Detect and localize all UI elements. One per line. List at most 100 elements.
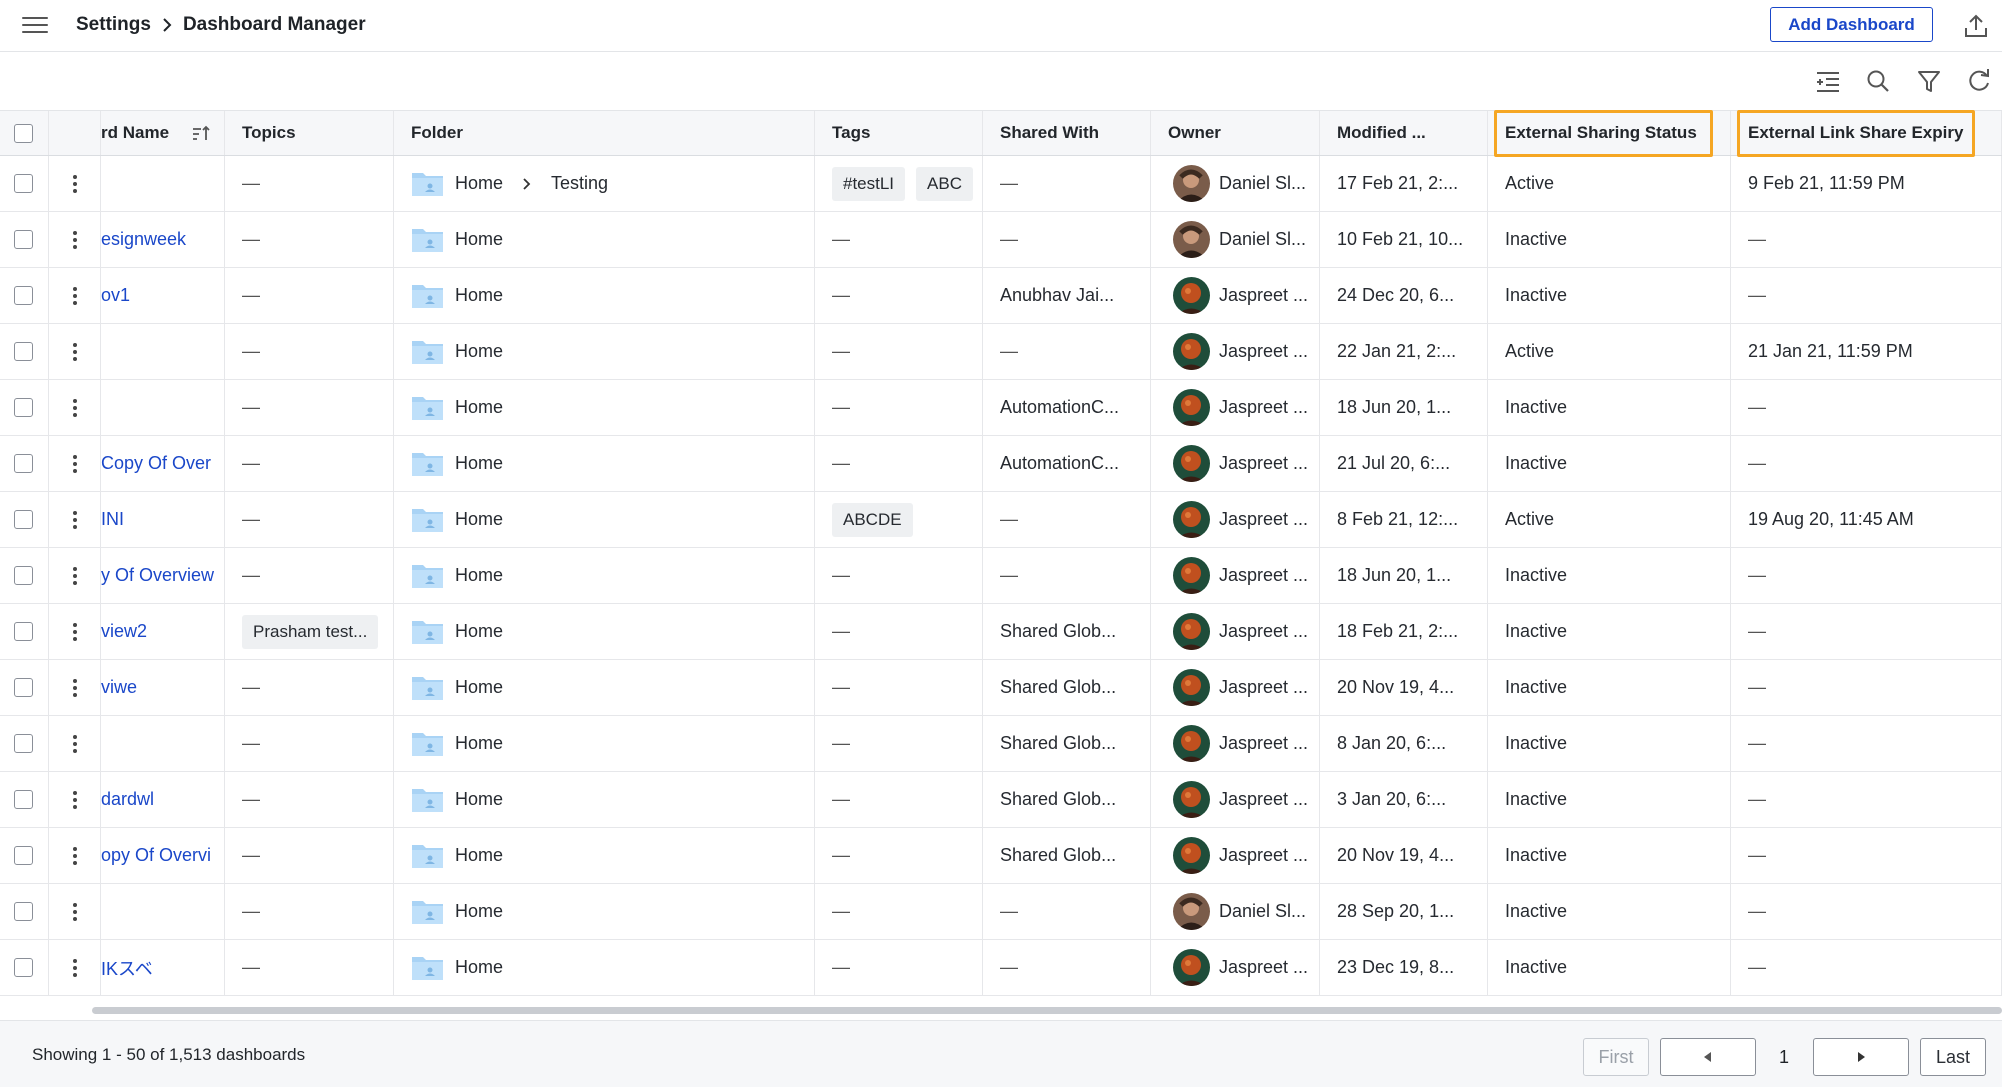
table-row[interactable]: viwe — Home — Shared Glob... Jaspreet ... 20 N…: [0, 660, 2002, 716]
more-options-icon[interactable]: [72, 454, 78, 474]
more-options-icon[interactable]: [72, 566, 78, 586]
table-row[interactable]: dardwl — Home — Shared Glob... Jaspreet ... 3 …: [0, 772, 2002, 828]
table-row[interactable]: opy Of Overvi — Home — Shared Glob... Jaspree…: [0, 828, 2002, 884]
folder-path-segment[interactable]: Home: [455, 621, 503, 642]
folder-path-segment[interactable]: Home: [455, 285, 503, 306]
row-checkbox[interactable]: [14, 734, 33, 753]
first-page-button[interactable]: First: [1583, 1038, 1649, 1076]
row-checkbox[interactable]: [14, 230, 33, 249]
row-checkbox[interactable]: [14, 454, 33, 473]
row-checkbox[interactable]: [14, 678, 33, 697]
add-dashboard-button[interactable]: Add Dashboard: [1770, 7, 1933, 42]
column-header-folder[interactable]: Folder: [394, 111, 815, 155]
more-options-icon[interactable]: [72, 678, 78, 698]
column-header-topics[interactable]: Topics: [225, 111, 394, 155]
folder-path-segment[interactable]: Home: [455, 453, 503, 474]
row-checkbox[interactable]: [14, 398, 33, 417]
more-options-icon[interactable]: [72, 902, 78, 922]
folder-path-segment[interactable]: Home: [455, 677, 503, 698]
table-row[interactable]: IKスベ — Home — — Jaspreet ... 23 Dec 19, 8... In…: [0, 940, 2002, 996]
table-row[interactable]: — Home — — Daniel Sl... 28 Sep 20, 1... Inacti…: [0, 884, 2002, 940]
folder-path-segment[interactable]: Home: [455, 901, 503, 922]
dashboard-name-link[interactable]: Copy Of Over: [101, 453, 211, 474]
folder-path-segment[interactable]: Home: [455, 173, 503, 194]
folder-path-segment[interactable]: Home: [455, 733, 503, 754]
dashboard-name-link[interactable]: ov1: [101, 285, 130, 306]
shared-value: AutomationC...: [1000, 397, 1120, 417]
more-options-icon[interactable]: [72, 846, 78, 866]
more-options-icon[interactable]: [72, 510, 78, 530]
dashboard-name-link[interactable]: esignweek: [101, 229, 186, 250]
dashboard-name-link[interactable]: view2: [101, 621, 147, 642]
table-row[interactable]: ov1 — Home — Anubhav Jai... Jaspreet ... 24 De…: [0, 268, 2002, 324]
table-row[interactable]: — Home Testing #testLI ABC — Daniel Sl... 17 Fe…: [0, 156, 2002, 212]
tag-chip[interactable]: ABC: [916, 166, 974, 201]
row-checkbox[interactable]: [14, 510, 33, 529]
row-checkbox[interactable]: [14, 342, 33, 361]
export-icon[interactable]: [1962, 12, 1990, 40]
table-row[interactable]: view2 Prasham test... Home — Shared Glob... J…: [0, 604, 2002, 660]
folder-path-segment[interactable]: Home: [455, 341, 503, 362]
more-options-icon[interactable]: [72, 790, 78, 810]
column-header-shared[interactable]: Shared With: [983, 111, 1151, 155]
row-checkbox[interactable]: [14, 174, 33, 193]
column-header-tags[interactable]: Tags: [815, 111, 983, 155]
dashboard-name-link[interactable]: IKスベ: [101, 955, 153, 981]
dashboard-name-link[interactable]: opy Of Overvi: [101, 845, 211, 866]
folder-path-segment[interactable]: Home: [455, 509, 503, 530]
table-row[interactable]: — Home — — Jaspreet ... 22 Jan 21, 2:... Activ…: [0, 324, 2002, 380]
table-row[interactable]: Copy Of Over — Home — AutomationC... Jaspreet…: [0, 436, 2002, 492]
folder-path-segment[interactable]: Home: [455, 229, 503, 250]
more-options-icon[interactable]: [72, 286, 78, 306]
last-page-button[interactable]: Last: [1920, 1038, 1986, 1076]
dashboard-name-link[interactable]: INI: [101, 509, 124, 530]
menu-icon[interactable]: [22, 14, 50, 36]
more-options-icon[interactable]: [72, 174, 78, 194]
folder-path-segment[interactable]: Testing: [551, 173, 608, 194]
row-checkbox[interactable]: [14, 566, 33, 585]
folder-path-segment[interactable]: Home: [455, 789, 503, 810]
more-options-icon[interactable]: [72, 622, 78, 642]
folder-path-segment[interactable]: Home: [455, 565, 503, 586]
tag-chip[interactable]: ABCDE: [832, 502, 913, 537]
more-options-icon[interactable]: [72, 958, 78, 978]
horizontal-scrollbar[interactable]: [92, 1007, 2002, 1014]
column-header-modified[interactable]: Modified ...: [1320, 111, 1488, 155]
table-row[interactable]: — Home — AutomationC... Jaspreet ... 18 Jun 2…: [0, 380, 2002, 436]
column-header-ext_expiry[interactable]: External Link Share Expiry: [1731, 111, 2002, 155]
sort-ascending-icon[interactable]: [191, 124, 211, 142]
more-options-icon[interactable]: [72, 398, 78, 418]
column-header-name[interactable]: rd Name: [101, 111, 225, 155]
select-all-checkbox[interactable]: [14, 123, 33, 143]
table-row[interactable]: — Home — Shared Glob... Jaspreet ... 8 Jan 20…: [0, 716, 2002, 772]
dashboard-name-link[interactable]: dardwl: [101, 789, 154, 810]
table-row[interactable]: esignweek — Home — — Daniel Sl... 10 Feb 21, 1…: [0, 212, 2002, 268]
search-icon[interactable]: [1864, 67, 1892, 95]
row-checkbox[interactable]: [14, 846, 33, 865]
topic-chip[interactable]: Prasham test...: [242, 614, 379, 649]
filter-icon[interactable]: [1915, 67, 1943, 95]
table-row[interactable]: INI — Home ABCDE — Jaspreet ... 8 Feb 21, 12:.…: [0, 492, 2002, 548]
table-row[interactable]: y Of Overview — Home — — Jaspreet ... 18 Jun 2…: [0, 548, 2002, 604]
column-header-ext_status[interactable]: External Sharing Status: [1488, 111, 1731, 155]
tag-chip[interactable]: #testLI: [832, 166, 906, 201]
row-checkbox[interactable]: [14, 286, 33, 305]
column-header-owner[interactable]: Owner: [1151, 111, 1320, 155]
prev-page-button[interactable]: [1660, 1038, 1756, 1076]
columns-icon[interactable]: [1814, 67, 1842, 95]
folder-path-segment[interactable]: Home: [455, 845, 503, 866]
breadcrumb-settings[interactable]: Settings: [76, 14, 151, 36]
row-checkbox[interactable]: [14, 958, 33, 977]
row-checkbox[interactable]: [14, 902, 33, 921]
more-options-icon[interactable]: [72, 342, 78, 362]
refresh-icon[interactable]: [1965, 67, 1993, 95]
folder-path-segment[interactable]: Home: [455, 957, 503, 978]
next-page-button[interactable]: [1813, 1038, 1909, 1076]
dashboard-name-link[interactable]: viwe: [101, 677, 137, 698]
folder-path-segment[interactable]: Home: [455, 397, 503, 418]
row-checkbox[interactable]: [14, 790, 33, 809]
dashboard-name-link[interactable]: y Of Overview: [101, 565, 214, 586]
row-checkbox[interactable]: [14, 622, 33, 641]
more-options-icon[interactable]: [72, 734, 78, 754]
more-options-icon[interactable]: [72, 230, 78, 250]
